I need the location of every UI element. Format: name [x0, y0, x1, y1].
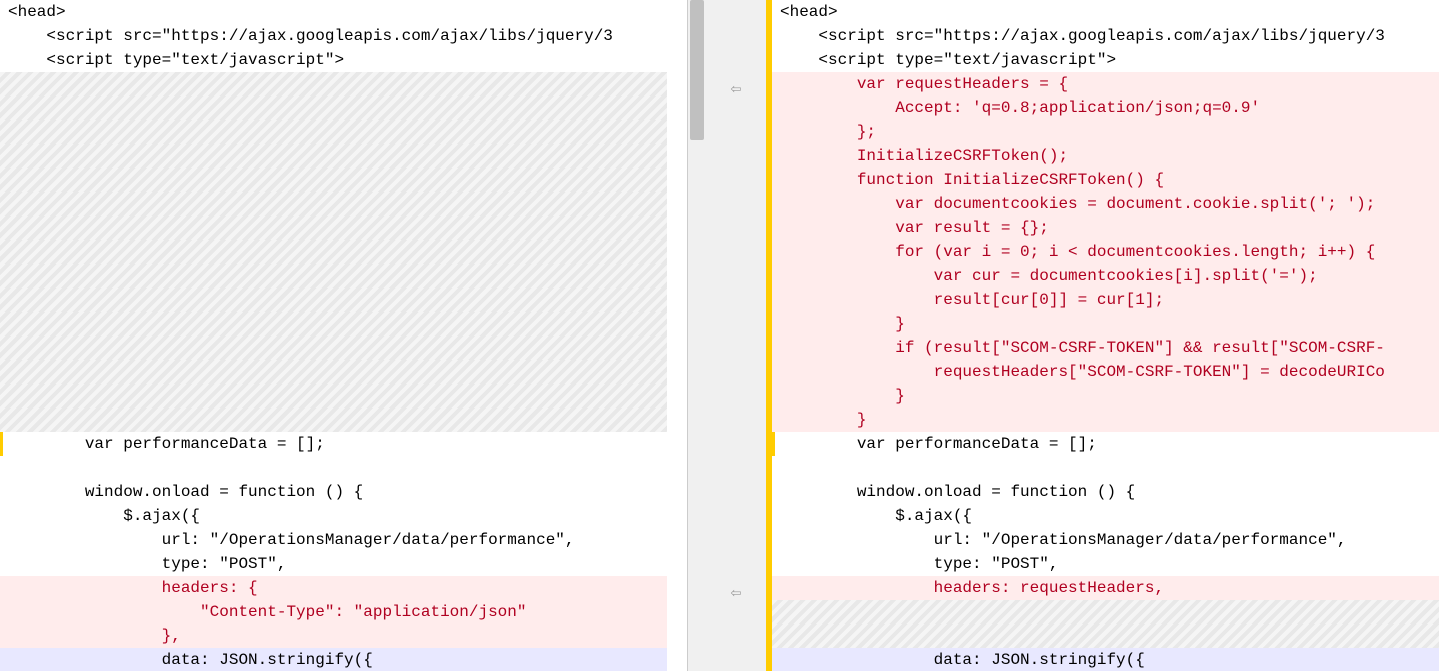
left-line[interactable] — [0, 264, 667, 288]
right-line[interactable] — [772, 600, 1439, 624]
right-line[interactable] — [772, 624, 1439, 648]
right-line[interactable]: var result = {}; — [772, 216, 1439, 240]
left-line[interactable] — [0, 288, 667, 312]
right-line[interactable]: url: "/OperationsManager/data/performanc… — [772, 528, 1439, 552]
left-line[interactable]: window.onload = function () { — [0, 480, 667, 504]
right-line[interactable]: var cur = documentcookies[i].split('='); — [772, 264, 1439, 288]
right-line[interactable]: type: "POST", — [772, 552, 1439, 576]
right-line[interactable]: Accept: 'q=0.8;application/json;q=0.9' — [772, 96, 1439, 120]
left-line[interactable] — [0, 216, 667, 240]
left-line[interactable]: "Content-Type": "application/json" — [0, 600, 667, 624]
left-line[interactable] — [0, 408, 667, 432]
right-line[interactable]: result[cur[0]] = cur[1]; — [772, 288, 1439, 312]
right-line[interactable]: if (result["SCOM-CSRF-TOKEN"] && result[… — [772, 336, 1439, 360]
right-line[interactable]: $.ajax({ — [772, 504, 1439, 528]
left-line[interactable] — [0, 336, 667, 360]
left-line[interactable] — [0, 240, 667, 264]
right-line[interactable]: data: JSON.stringify({ — [772, 648, 1439, 671]
left-line[interactable]: }, — [0, 624, 667, 648]
left-line[interactable] — [0, 456, 667, 480]
left-code[interactable]: <head> <script src="https://ajax.googlea… — [0, 0, 667, 671]
right-pane: <head> <script src="https://ajax.googlea… — [766, 0, 1453, 671]
left-line[interactable]: <head> — [0, 0, 667, 24]
diff-gutter: ⇦⇦ — [706, 0, 766, 671]
right-line[interactable]: } — [772, 312, 1439, 336]
left-line[interactable] — [0, 120, 667, 144]
merge-arrow-icon[interactable]: ⇦ — [731, 582, 742, 604]
left-line[interactable] — [0, 384, 667, 408]
right-line[interactable]: <script src="https://ajax.googleapis.com… — [772, 24, 1439, 48]
left-line[interactable]: var performanceData = []; — [0, 432, 667, 456]
left-line[interactable]: <script type="text/javascript"> — [0, 48, 667, 72]
left-line[interactable] — [0, 96, 667, 120]
left-line[interactable] — [0, 312, 667, 336]
right-line[interactable]: } — [772, 408, 1439, 432]
right-line[interactable] — [772, 456, 1439, 480]
right-line[interactable]: <head> — [772, 0, 1439, 24]
left-scrollbar[interactable] — [688, 0, 706, 671]
left-line[interactable]: url: "/OperationsManager/data/performanc… — [0, 528, 667, 552]
right-line[interactable]: InitializeCSRFToken(); — [772, 144, 1439, 168]
left-line[interactable] — [0, 360, 667, 384]
right-line[interactable]: function InitializeCSRFToken() { — [772, 168, 1439, 192]
left-line[interactable] — [0, 168, 667, 192]
diff-view: <head> <script src="https://ajax.googlea… — [0, 0, 1453, 671]
scrollbar-thumb[interactable] — [690, 0, 704, 140]
right-line[interactable]: var documentcookies = document.cookie.sp… — [772, 192, 1439, 216]
right-line[interactable]: }; — [772, 120, 1439, 144]
left-line[interactable] — [0, 144, 667, 168]
right-line[interactable]: var requestHeaders = { — [772, 72, 1439, 96]
right-line[interactable]: var performanceData = []; — [772, 432, 1439, 456]
left-line[interactable]: headers: { — [0, 576, 667, 600]
right-line[interactable]: } — [772, 384, 1439, 408]
right-line[interactable]: headers: requestHeaders, — [772, 576, 1439, 600]
right-line[interactable]: requestHeaders["SCOM-CSRF-TOKEN"] = deco… — [772, 360, 1439, 384]
right-code[interactable]: <head> <script src="https://ajax.googlea… — [772, 0, 1439, 671]
left-line[interactable]: data: JSON.stringify({ — [0, 648, 667, 671]
right-line[interactable]: <script type="text/javascript"> — [772, 48, 1439, 72]
left-line[interactable] — [0, 192, 667, 216]
left-line[interactable]: type: "POST", — [0, 552, 667, 576]
right-line[interactable]: window.onload = function () { — [772, 480, 1439, 504]
left-line[interactable]: $.ajax({ — [0, 504, 667, 528]
right-line[interactable]: for (var i = 0; i < documentcookies.leng… — [772, 240, 1439, 264]
left-line[interactable]: <script src="https://ajax.googleapis.com… — [0, 24, 667, 48]
left-line[interactable] — [0, 72, 667, 96]
left-pane: <head> <script src="https://ajax.googlea… — [0, 0, 688, 671]
merge-arrow-icon[interactable]: ⇦ — [731, 78, 742, 100]
